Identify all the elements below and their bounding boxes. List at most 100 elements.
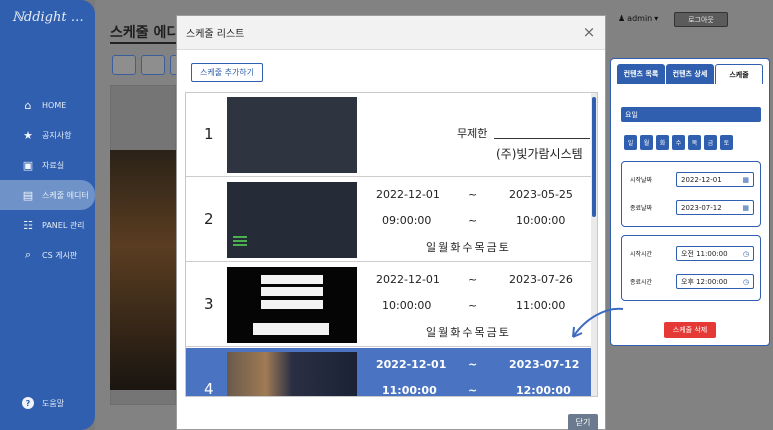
- schedule-row[interactable]: 3 2022-12-01 ~ 2023-07-26 10:00:00 ~ 11:…: [186, 263, 593, 347]
- start-time: 11:00:00: [382, 384, 437, 397]
- range-separator: ~: [468, 214, 478, 227]
- app-logo: ℕddight …: [12, 10, 84, 25]
- user-name: admin: [627, 14, 653, 23]
- page-title: 스케줄 에디: [110, 25, 180, 41]
- date-range-box: 시작날짜 2022-12-01 ▦ 종료날짜 2023-07-12 ▦: [621, 161, 761, 227]
- schedule-icon: ▤: [22, 188, 34, 202]
- start-date-field[interactable]: 2022-12-01 ▦: [676, 172, 754, 187]
- sidebar-item-panel[interactable]: ☷ PANEL 관리: [0, 210, 95, 240]
- end-time: 10:00:00: [516, 214, 566, 227]
- day-toggle-thu[interactable]: 목: [688, 135, 701, 150]
- end-time-row: 종료시간 오후 12:00:00 ◷: [630, 274, 754, 289]
- start-date-value: 2022-12-01: [681, 175, 722, 184]
- thumbnail-strip: [253, 323, 329, 335]
- thumbnail-bar: [233, 236, 247, 238]
- sidebar-item-cs[interactable]: ⌕ CS 게시판: [0, 240, 95, 270]
- time-range-box: 시작시간 오전 11:00:00 ◷ 종료시간 오후 12:00:00 ◷: [621, 235, 761, 301]
- row-number: 1: [204, 125, 214, 143]
- sidebar-item-label: 도움말: [42, 398, 65, 408]
- sidebar-item-label: 공지사항: [42, 130, 72, 140]
- start-time: 10:00:00: [382, 299, 432, 312]
- panel-tabs: 컨텐츠 목록 컨텐츠 상세 스케줄: [617, 64, 764, 84]
- row-number: 3: [204, 295, 214, 313]
- end-time-value: 오후 12:00:00: [681, 277, 728, 286]
- schedule-row[interactable]: 2 2022-12-01 ~ 2023-05-25 09:00:00 ~ 10:…: [186, 178, 593, 262]
- end-time: 11:00:00: [516, 299, 566, 312]
- sidebar-item-notice[interactable]: ★ 공지사항: [0, 120, 95, 150]
- schedule-row[interactable]: 1 무제한 (주)빛가람시스템: [186, 93, 593, 177]
- tab-content-list[interactable]: 컨텐츠 목록: [617, 64, 665, 84]
- weekday-list: 일월화수목금토: [426, 326, 511, 339]
- sidebar-item-help[interactable]: ? 도움말: [22, 397, 64, 409]
- schedule-row-selected[interactable]: 4 2022-12-01 ~ 2023-07-12 11:00:00 ~ 12:…: [186, 348, 593, 397]
- schedule-settings-panel: 컨텐츠 목록 컨텐츠 상세 스케줄 요일 일 월 화 수 목 금 토 시작날짜 …: [610, 58, 770, 346]
- logout-button[interactable]: 로그아웃: [674, 12, 728, 27]
- start-time: 09:00:00: [382, 214, 432, 227]
- user-menu[interactable]: ♟ admin ▾: [618, 14, 658, 23]
- sidebar-item-label: PANEL 관리: [42, 220, 85, 230]
- sidebar-item-label: CS 게시판: [42, 250, 78, 260]
- archive-icon: ▣: [22, 158, 34, 172]
- calendar-icon: ▦: [742, 203, 749, 212]
- day-toggle-tue[interactable]: 화: [656, 135, 669, 150]
- layout-button[interactable]: [112, 55, 136, 75]
- sidebar-item-schedule-editor[interactable]: ▤ 스케줄 에디터: [0, 180, 95, 210]
- thumbnail-bar: [233, 244, 247, 246]
- add-schedule-button[interactable]: 스케줄 추가하기: [191, 63, 263, 82]
- day-toggle-sun[interactable]: 일: [624, 135, 637, 150]
- start-date: 2022-12-01: [376, 273, 440, 286]
- sidebar-item-label: 스케줄 에디터: [42, 190, 89, 200]
- row-number: 2: [204, 210, 214, 228]
- home-icon: ⌂: [24, 98, 32, 112]
- calendar-button[interactable]: [141, 55, 165, 75]
- day-toggle-sat[interactable]: 토: [720, 135, 733, 150]
- weekday-list: 일월화수목금토: [426, 241, 511, 254]
- modal-header: 스케줄 리스트: [177, 16, 605, 50]
- close-icon[interactable]: ×: [581, 23, 597, 41]
- range-separator: ~: [468, 188, 478, 201]
- calendar-icon: ▦: [742, 175, 749, 184]
- pin-icon: ★: [23, 128, 33, 142]
- content-thumbnail: [227, 352, 357, 396]
- clock-icon: ◷: [742, 249, 749, 258]
- end-time-field[interactable]: 오후 12:00:00 ◷: [676, 274, 754, 289]
- sidebar: ℕddight … ⌂ HOME ★ 공지사항 ▣ 자료실 ▤ 스케줄 에디터 …: [0, 0, 95, 430]
- list-scrollbar[interactable]: [591, 93, 597, 396]
- start-time-row: 시작시간 오전 11:00:00 ◷: [630, 246, 754, 261]
- tab-schedule[interactable]: 스케줄: [715, 64, 763, 84]
- panel-icon: ☷: [23, 218, 33, 232]
- schedule-list: 1 무제한 (주)빛가람시스템 2 2022-12-01 ~ 2023-05-2…: [185, 92, 598, 397]
- title-underline: [110, 42, 180, 44]
- sidebar-item-label: 자료실: [42, 160, 65, 170]
- start-time-value: 오전 11:00:00: [681, 249, 728, 258]
- day-toggle-wed[interactable]: 수: [672, 135, 685, 150]
- tab-content-detail[interactable]: 컨텐츠 상세: [666, 64, 714, 84]
- weekday-toggles: 일 월 화 수 목 금 토: [624, 135, 736, 150]
- delete-schedule-button[interactable]: 스케줄 삭제: [664, 322, 716, 338]
- scrollbar-thumb[interactable]: [592, 97, 596, 217]
- end-date-value: 2023-07-12: [681, 203, 722, 212]
- end-date-field[interactable]: 2023-07-12 ▦: [676, 200, 754, 215]
- repeat-type-select[interactable]: 요일: [621, 107, 761, 122]
- modal-title: 스케줄 리스트: [186, 29, 245, 40]
- close-button[interactable]: 닫기: [568, 414, 598, 430]
- sidebar-item-archive[interactable]: ▣ 자료실: [0, 150, 95, 180]
- chevron-down-icon: ▾: [654, 14, 659, 23]
- range-separator: ~: [468, 299, 478, 312]
- range-separator: ~: [468, 358, 478, 371]
- start-time-field[interactable]: 오전 11:00:00 ◷: [676, 246, 754, 261]
- sidebar-item-home[interactable]: ⌂ HOME: [0, 90, 95, 120]
- day-toggle-fri[interactable]: 금: [704, 135, 717, 150]
- thumbnail-strip: [261, 300, 323, 309]
- user-icon: ♟: [618, 14, 626, 23]
- company-name: (주)빛가람시스템: [496, 147, 583, 161]
- start-date: 2022-12-01: [376, 358, 447, 371]
- day-toggle-mon[interactable]: 월: [640, 135, 653, 150]
- content-thumbnail: [227, 182, 357, 258]
- start-date: 2022-12-01: [376, 188, 440, 201]
- thumbnail-strip: [261, 275, 323, 284]
- start-time-label: 시작시간: [630, 251, 653, 258]
- help-icon: ?: [22, 397, 34, 409]
- end-date: 2023-07-26: [509, 273, 573, 286]
- content-thumbnail: [227, 267, 357, 343]
